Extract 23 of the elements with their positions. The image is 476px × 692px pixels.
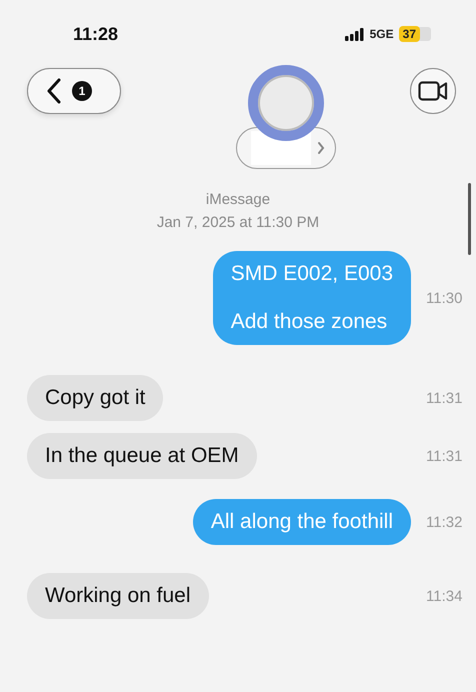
sent-message-bubble: All along the foothill [192,499,411,545]
back-button[interactable]: 1 [27,68,121,114]
message-time: 11:31 [426,448,464,464]
received-message-bubble: Copy got it [27,375,164,421]
signal-icon [344,28,365,40]
chevron-left-icon [46,78,62,104]
message-time: 11:30 [426,290,464,306]
received-message-bubble: In the queue at OEM [27,433,257,479]
chevron-right-icon [316,141,324,155]
message-time: 11:32 [426,514,464,530]
status-time: 11:28 [73,24,118,44]
received-message-bubble: Working on fuel [27,573,209,619]
sent-message-bubble: SMD E002, E003 Add those zones [212,251,411,345]
scroll-bar [468,183,471,255]
conversation-date: Jan 7, 2025 at 11:30 PM [156,214,320,231]
service-label: iMessage [206,191,270,208]
video-call-button[interactable] [410,68,456,114]
message-time: 11:34 [426,588,464,604]
unread-badge: 1 [72,81,92,101]
battery-level: 37 [398,26,420,42]
video-camera-icon [418,81,448,101]
message-time: 11:31 [426,390,464,406]
network-label: 5GE [370,27,394,41]
